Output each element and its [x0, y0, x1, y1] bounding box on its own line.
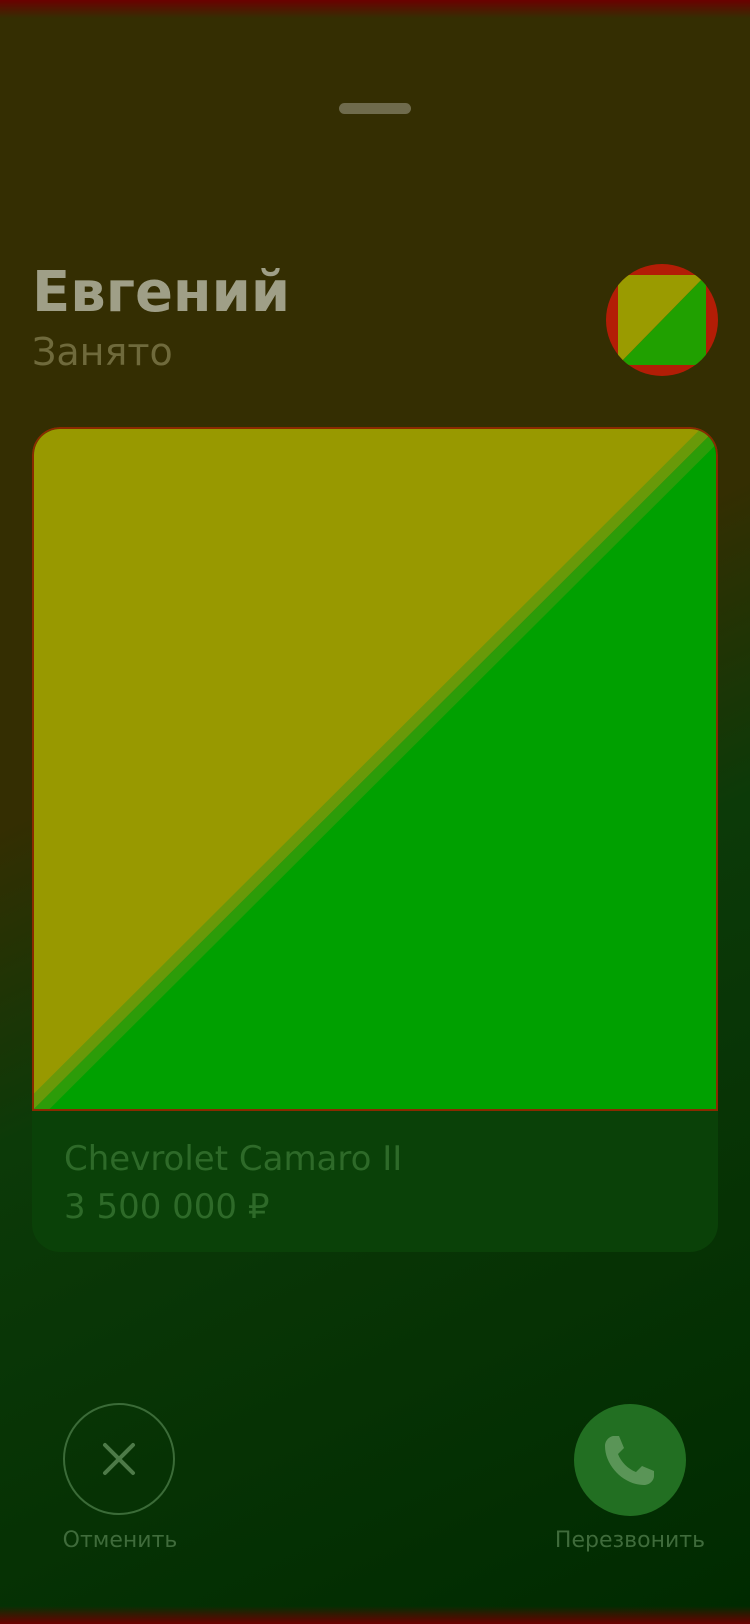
phone-icon: [605, 1436, 654, 1485]
cancel-button[interactable]: [63, 1403, 175, 1515]
avatar-image: [618, 275, 706, 365]
listing-title: Chevrolet Camaro II: [64, 1139, 403, 1179]
sheet-drag-handle[interactable]: [339, 103, 411, 114]
avatar: [606, 264, 718, 376]
listing-photo: [32, 427, 718, 1111]
close-icon: [103, 1443, 135, 1475]
call-status: Занято: [32, 330, 173, 374]
callback-label: Перезвонить: [554, 1528, 706, 1553]
bottom-edge-vignette: [0, 1606, 750, 1624]
listing-card[interactable]: Chevrolet Camaro II 3 500 000 ₽: [32, 427, 718, 1252]
cancel-label: Отменить: [62, 1528, 178, 1553]
listing-price: 3 500 000 ₽: [64, 1187, 270, 1227]
callback-button[interactable]: [574, 1404, 686, 1516]
top-edge-vignette: [0, 0, 750, 18]
contact-name: Евгений: [32, 260, 291, 325]
